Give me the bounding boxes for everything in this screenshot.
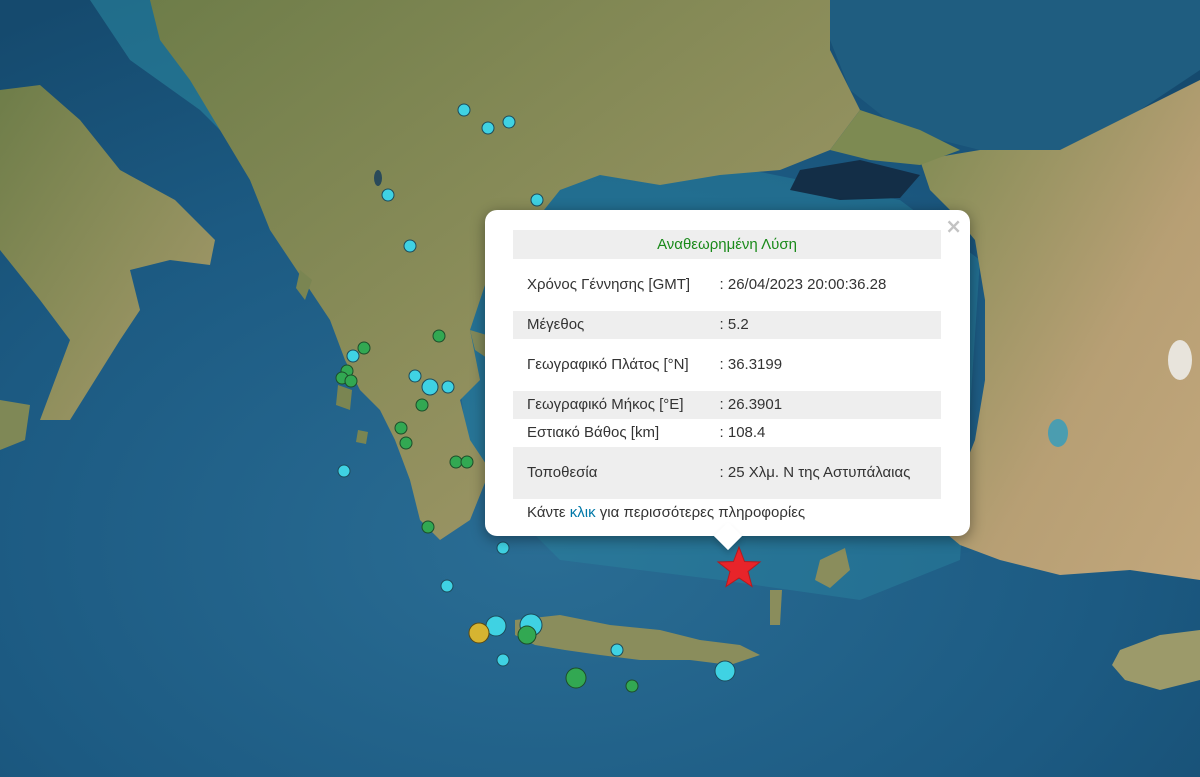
earthquake-marker[interactable] — [517, 625, 537, 645]
earthquake-marker[interactable] — [337, 464, 351, 478]
earthquake-marker[interactable] — [625, 679, 639, 693]
earthquake-marker[interactable] — [502, 115, 516, 129]
lake — [1048, 419, 1068, 447]
earthquake-marker[interactable] — [440, 579, 454, 593]
earthquake-marker[interactable] — [457, 103, 471, 117]
earthquake-marker[interactable] — [432, 329, 446, 343]
earthquake-marker[interactable] — [381, 188, 395, 202]
row-value: : 108.4 — [719, 424, 766, 441]
row-label: Εστιακό Βάθος [km] — [527, 424, 660, 441]
earthquake-marker[interactable] — [481, 121, 495, 135]
row-value: : 5.2 — [719, 311, 941, 339]
more-info-suffix: για περισσότερες πληροφορίες — [595, 504, 806, 521]
earthquake-marker[interactable] — [714, 660, 736, 682]
lake — [1168, 340, 1192, 380]
row-value: : 25 Χλμ. Ν της Αστυπάλαιας — [719, 447, 941, 499]
earthquake-marker[interactable] — [421, 520, 435, 534]
close-icon[interactable]: × — [945, 214, 962, 238]
row-label: Γεωγραφικό Μήκος [°E] — [513, 391, 720, 419]
lake — [374, 170, 382, 186]
earthquake-marker[interactable] — [449, 455, 463, 469]
row-label: Τοποθεσία — [513, 447, 720, 499]
popup-header: Αναθεωρημένη Λύση — [513, 230, 941, 259]
table-row: Μέγεθος : 5.2 — [513, 311, 941, 339]
earthquake-marker[interactable] — [399, 436, 413, 450]
earthquake-marker[interactable] — [565, 667, 587, 689]
earthquake-marker[interactable] — [408, 369, 422, 383]
earthquake-marker[interactable] — [394, 421, 408, 435]
table-row: Γεωγραφικό Μήκος [°E] : 26.3901 — [513, 391, 941, 419]
earthquake-marker[interactable] — [468, 622, 490, 644]
earthquake-marker[interactable] — [415, 398, 429, 412]
karpathos-island — [770, 590, 782, 625]
table-row: Γεωγραφικό Πλάτος [°N] : 36.3199 — [513, 339, 941, 391]
table-row: Εστιακό Βάθος [km] : 108.4 — [513, 419, 941, 447]
earthquake-marker[interactable] — [610, 643, 624, 657]
more-info-link[interactable]: κλικ — [570, 504, 596, 521]
earthquake-marker[interactable] — [496, 653, 510, 667]
earthquake-marker[interactable] — [496, 541, 510, 555]
row-label: Γεωγραφικό Πλάτος [°N] — [527, 356, 689, 373]
row-label: Μέγεθος — [513, 311, 720, 339]
earthquake-marker[interactable] — [346, 349, 360, 363]
table-row: Χρόνος Γέννησης [GMT] : 26/04/2023 20:00… — [513, 259, 941, 311]
earthquake-info-popup: × Αναθεωρημένη Λύση Χρόνος Γέννησης [GMT… — [485, 210, 970, 551]
table-header-row: Αναθεωρημένη Λύση — [513, 230, 941, 259]
row-value: : 26/04/2023 20:00:36.28 — [719, 276, 887, 293]
zakynthos-island — [356, 430, 368, 444]
earthquake-marker[interactable] — [441, 380, 455, 394]
earthquake-marker[interactable] — [357, 341, 371, 355]
table-row: Τοποθεσία : 25 Χλμ. Ν της Αστυπάλαιας — [513, 447, 941, 499]
earthquake-info-table: Αναθεωρημένη Λύση Χρόνος Γέννησης [GMT] … — [513, 230, 941, 499]
row-label: Χρόνος Γέννησης [GMT] — [527, 276, 691, 293]
row-value: : 36.3199 — [719, 356, 783, 373]
earthquake-marker[interactable] — [344, 374, 358, 388]
earthquake-marker[interactable] — [460, 455, 474, 469]
earthquake-marker[interactable] — [530, 193, 544, 207]
more-info-prefix: Κάντε — [527, 504, 570, 521]
earthquake-marker[interactable] — [403, 239, 417, 253]
earthquake-marker[interactable] — [421, 378, 439, 396]
row-value: : 26.3901 — [719, 391, 941, 419]
